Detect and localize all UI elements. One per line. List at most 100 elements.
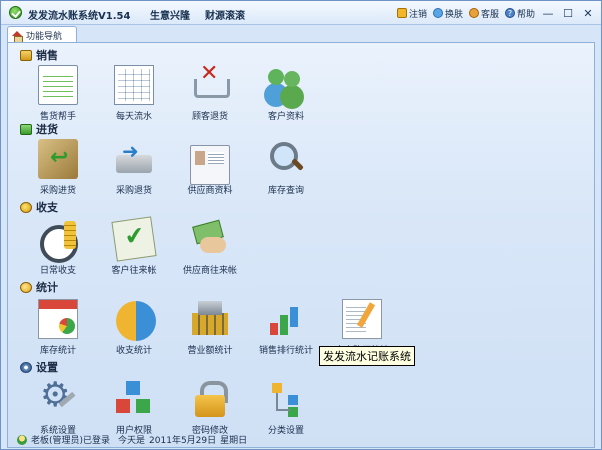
slogan-1: 生意兴隆 — [150, 11, 190, 22]
today-label: 今天是 — [118, 436, 146, 446]
nav-item-purchase-in[interactable]: 采购进货 — [20, 139, 96, 201]
nav-item-income-stats[interactable]: 收支统计 — [96, 299, 172, 361]
bar-chart-icon — [266, 299, 306, 339]
calendar-chart-icon — [38, 299, 78, 339]
nav-item-label: 供应商往来帐 — [182, 266, 237, 276]
money-hand-icon — [190, 219, 230, 259]
help-button[interactable]: ? 帮助 — [504, 7, 535, 20]
title-actions: 注销 换肤 客服 ? 帮助 — ☐ ✕ — [396, 5, 595, 21]
help-label: 帮助 — [516, 9, 535, 20]
close-button[interactable]: ✕ — [581, 6, 595, 20]
nav-item-supplier-info[interactable]: 供应商资料 — [172, 139, 248, 201]
tab-bar: 功能导航 — [1, 25, 601, 44]
truck-icon — [20, 123, 32, 135]
app-logo-icon — [9, 6, 22, 19]
tooltip: 发发流水记账系统 — [319, 346, 415, 366]
section-title: 统计 — [36, 281, 58, 294]
app-window: 发发流水账系统V1.54 生意兴隆 财源滚滚 注销 换肤 客服 ? 帮助 — ☐… — [0, 0, 602, 450]
nav-item-change-password[interactable]: 密码修改 — [172, 379, 248, 441]
section-title: 设置 — [36, 361, 58, 374]
gear-wrench-icon — [38, 375, 78, 419]
nav-item-inventory-query[interactable]: 库存查询 — [248, 139, 324, 201]
id-card-icon — [190, 145, 230, 185]
minimize-button[interactable]: — — [541, 6, 555, 20]
sales-sheet-icon — [38, 65, 78, 105]
nav-item-daily-income-expense[interactable]: 日常收支 — [20, 219, 96, 281]
spreadsheet-icon — [114, 65, 154, 105]
nav-item-label: 营业额统计 — [187, 346, 233, 356]
change-skin-button[interactable]: 换肤 — [432, 7, 463, 20]
nav-item-label: 采购退货 — [115, 186, 152, 196]
section-title: 销售 — [36, 49, 58, 62]
change-skin-label: 换肤 — [444, 9, 463, 20]
coin-icon — [20, 201, 32, 213]
slogan-2: 财源滚滚 — [205, 11, 245, 22]
skin-icon — [432, 8, 443, 18]
nav-item-sales-helper[interactable]: 售货帮手 — [20, 65, 96, 127]
nav-item-inventory-stats[interactable]: 库存统计 — [20, 299, 96, 361]
current-date: 2011年5月29日 — [149, 436, 217, 446]
magnifier-icon — [266, 139, 306, 179]
cart-cancel-icon — [190, 61, 230, 105]
nav-item-label: 销售排行统计 — [258, 346, 313, 356]
section-title: 收支 — [36, 201, 58, 214]
lock-icon — [396, 8, 407, 18]
nav-item-label: 分类设置 — [267, 426, 304, 436]
section-statistics: 统计 — [20, 279, 58, 295]
logout-button[interactable]: 注销 — [396, 7, 427, 20]
section-settings: 设置 — [20, 359, 58, 375]
nav-item-category-settings[interactable]: 分类设置 — [248, 379, 324, 441]
help-icon: ? — [504, 8, 515, 18]
customer-service-label: 客服 — [480, 9, 499, 20]
app-title: 发发流水账系统V1.54 — [28, 11, 131, 22]
padlock-icon — [190, 379, 230, 419]
nav-item-purchase-return[interactable]: 采购退货 — [96, 139, 172, 201]
nav-item-label: 收支统计 — [115, 346, 152, 356]
section-purchase: 进货 — [20, 121, 58, 137]
coins-stack-icon — [190, 299, 230, 339]
section-sales: 销售 — [20, 47, 58, 63]
nav-item-label: 客户资料 — [267, 112, 304, 122]
settings-icon — [20, 361, 32, 373]
checklist-icon — [111, 216, 157, 262]
maximize-button[interactable]: ☐ — [561, 6, 575, 20]
home-icon — [12, 30, 23, 43]
nav-item-customer-return[interactable]: 顾客退货 — [172, 61, 248, 127]
user-icon — [17, 434, 27, 445]
title-bar: 发发流水账系统V1.54 生意兴隆 财源滚滚 注销 换肤 客服 ? 帮助 — ☐… — [1, 1, 601, 25]
logout-label: 注销 — [408, 9, 427, 20]
logged-in-user: 老板(管理员)已登录 — [31, 436, 111, 446]
nav-item-user-permissions[interactable]: 用户权限 — [96, 379, 172, 441]
nav-item-label: 每天流水 — [115, 112, 152, 122]
box-return-icon — [38, 139, 78, 179]
navigation-panel: 销售 售货帮手 每天流水 顾客退货 客户资料 进货 采购进货 采购 — [7, 42, 595, 448]
service-icon — [468, 8, 479, 18]
nav-item-customer-accounts[interactable]: 客户往来帐 — [96, 216, 172, 281]
sales-icon — [20, 49, 32, 61]
nav-item-customer-info[interactable]: 客户资料 — [248, 65, 324, 127]
nav-item-turnover-stats[interactable]: 营业额统计 — [172, 299, 248, 361]
nav-item-label: 库存查询 — [267, 186, 304, 196]
nav-item-label: 采购进货 — [39, 186, 76, 196]
customer-service-button[interactable]: 客服 — [468, 7, 499, 20]
nav-item-label: 客户往来帐 — [111, 266, 157, 276]
report-pen-icon — [342, 299, 382, 339]
nav-item-daily-journal[interactable]: 每天流水 — [96, 65, 172, 127]
people-icon — [266, 65, 306, 105]
section-income-expense: 收支 — [20, 199, 58, 215]
clock-coins-icon — [38, 219, 78, 263]
nav-item-system-settings[interactable]: 系统设置 — [20, 375, 96, 441]
cubes-icon — [114, 379, 154, 419]
nav-item-label: 日常收支 — [39, 266, 76, 276]
tab-label: 功能导航 — [26, 32, 63, 42]
nav-item-sales-ranking[interactable]: 销售排行统计 — [248, 299, 324, 361]
stats-icon — [20, 281, 32, 293]
tray-arrow-icon — [114, 139, 154, 179]
category-tree-icon — [266, 379, 306, 419]
status-bar: 老板(管理员)已登录 今天是 2011年5月29日 星期日 — [17, 433, 247, 446]
nav-item-supplier-accounts[interactable]: 供应商往来帐 — [172, 219, 248, 281]
pie-chart-icon — [116, 301, 156, 341]
nav-item-label: 库存统计 — [39, 346, 76, 356]
current-weekday: 星期日 — [220, 436, 248, 446]
section-title: 进货 — [36, 123, 58, 136]
